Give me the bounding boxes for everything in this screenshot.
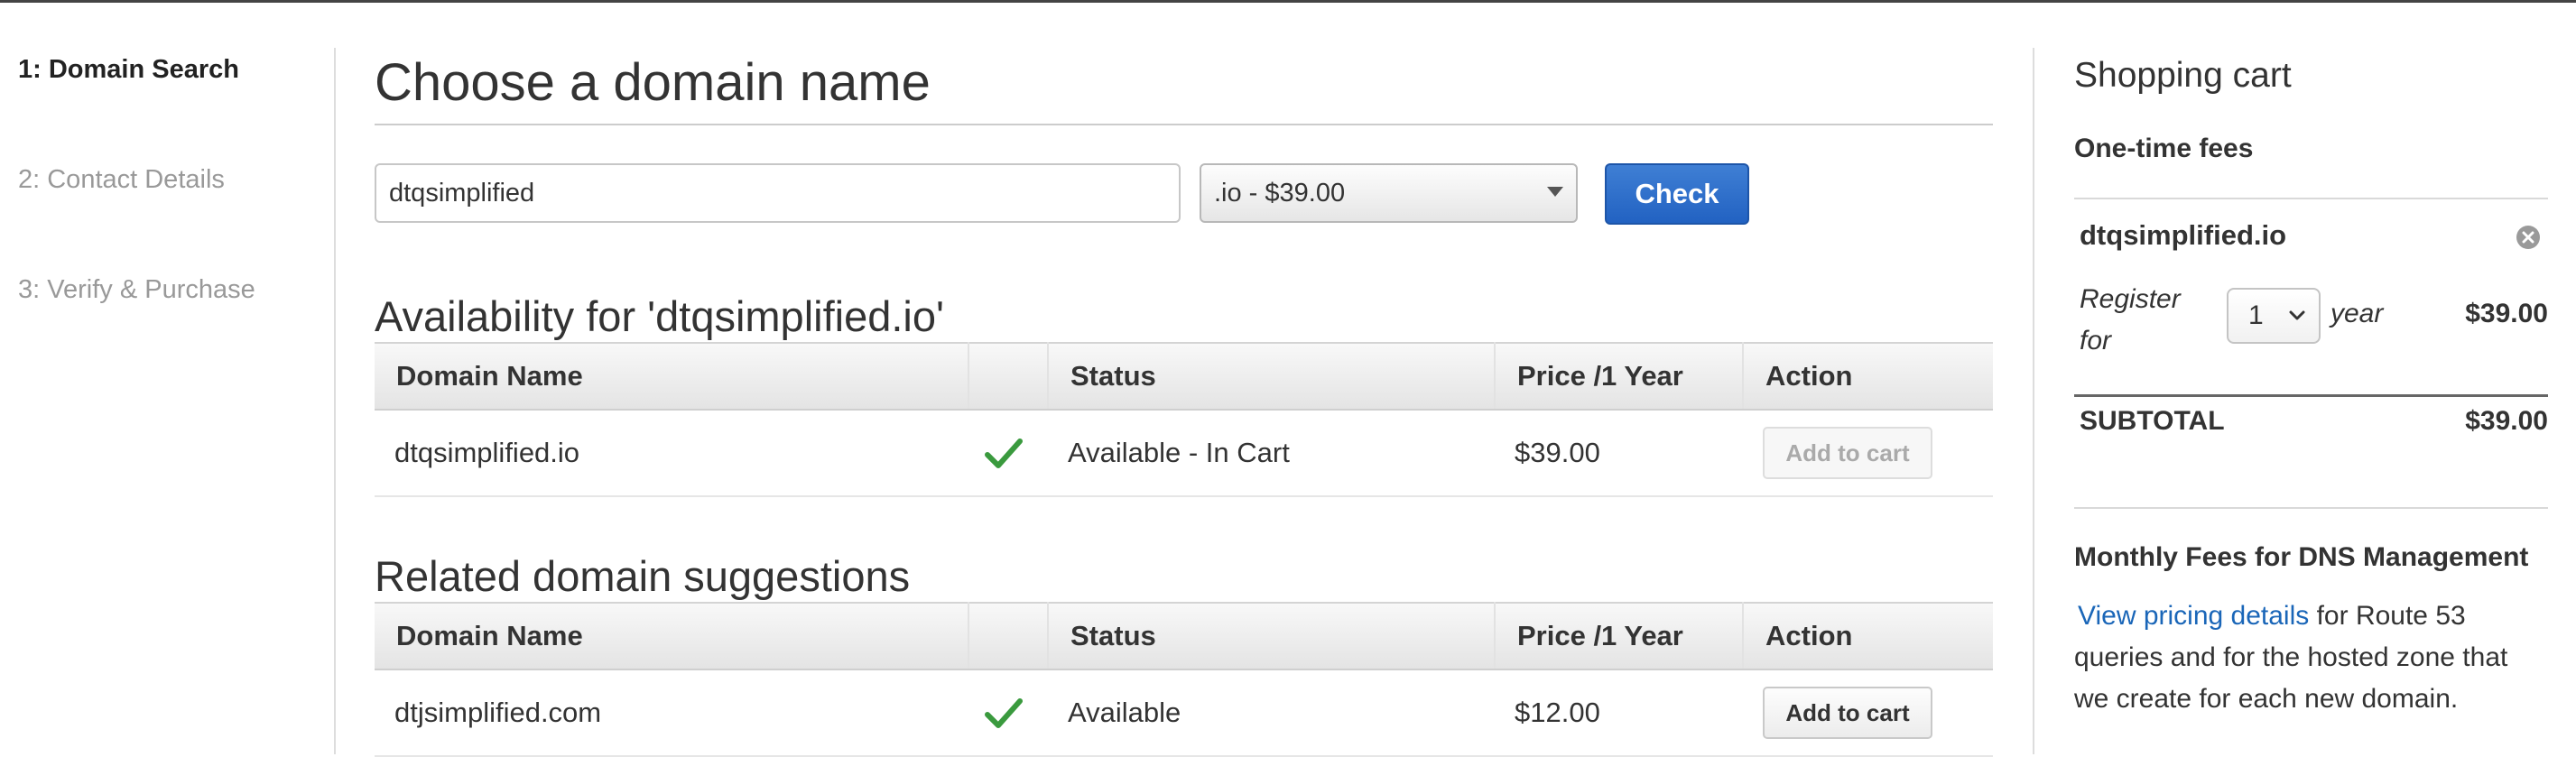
- price-cell: $12.00: [1495, 669, 1743, 757]
- column-header-domain: Domain Name: [375, 602, 969, 670]
- cart-item-name: dtqsimplified.io: [2080, 219, 2287, 251]
- tld-select[interactable]: .io - $39.00: [1200, 163, 1578, 223]
- checkmark-icon: [985, 438, 1023, 468]
- cart-item-price: $39.00: [2465, 299, 2548, 328]
- table-header-row: Domain Name Status Price /1 Year Action: [375, 602, 1993, 670]
- view-pricing-link[interactable]: View pricing details: [2078, 601, 2309, 631]
- column-header-domain: Domain Name: [375, 342, 969, 411]
- step-verify-purchase[interactable]: 3: Verify & Purchase: [18, 273, 316, 383]
- years-select[interactable]: 1: [2227, 288, 2321, 344]
- column-header-status: Status: [1048, 602, 1496, 670]
- subtotal-value: $39.00: [2465, 406, 2548, 436]
- cart-item: dtqsimplified.io Register for 1 year $39…: [2074, 199, 2548, 394]
- right-divider: [2033, 48, 2034, 754]
- monthly-fees-title: Monthly Fees for DNS Management: [2074, 542, 2529, 572]
- suggestions-title: Related domain suggestions: [375, 552, 911, 600]
- availability-title: Availability for 'dtqsimplified.io': [375, 292, 944, 340]
- monthly-fees-text: View pricing details for Route 53 querie…: [2074, 595, 2548, 720]
- column-header-price: Price /1 Year: [1495, 602, 1744, 670]
- main-content: Choose a domain name .io - $39.00 Check …: [375, 48, 1993, 757]
- check-button[interactable]: Check: [1605, 163, 1749, 225]
- column-header-action: Action: [1743, 342, 1993, 411]
- dropdown-caret-icon: [1547, 187, 1563, 197]
- remove-item-icon[interactable]: [2516, 225, 2541, 250]
- wizard-steps: 1: Domain Search 2: Contact Details 3: V…: [18, 53, 316, 383]
- column-header-action: Action: [1743, 602, 1993, 670]
- shopping-cart: Shopping cart One-time fees dtqsimplifie…: [2074, 48, 2548, 720]
- column-header-icon: [968, 342, 1049, 411]
- domain-name-cell: dtqsimplified.io: [375, 410, 968, 497]
- cart-title: Shopping cart: [2074, 56, 2292, 95]
- register-for-label: Register for: [2080, 284, 2181, 355]
- table-header-row: Domain Name Status Price /1 Year Action: [375, 342, 1993, 411]
- add-to-cart-button[interactable]: Add to cart: [1763, 427, 1932, 479]
- price-cell: $39.00: [1495, 410, 1743, 497]
- status-cell: Available: [1048, 669, 1495, 757]
- left-divider: [334, 48, 336, 754]
- checkmark-icon: [985, 697, 1023, 728]
- domain-search-input[interactable]: [375, 163, 1181, 223]
- subtotal-row: SUBTOTAL $39.00: [2074, 397, 2548, 514]
- domain-name-cell: dtjsimplified.com: [375, 669, 968, 757]
- subtotal-label: SUBTOTAL: [2080, 406, 2225, 436]
- suggestions-table: Domain Name Status Price /1 Year Action …: [375, 602, 1993, 757]
- add-to-cart-button[interactable]: Add to cart: [1763, 687, 1932, 739]
- step-contact-details[interactable]: 2: Contact Details: [18, 163, 316, 273]
- status-cell: Available - In Cart: [1048, 410, 1495, 497]
- chevron-down-icon: [2289, 310, 2305, 320]
- year-unit-label: year: [2330, 299, 2384, 328]
- page-title: Choose a domain name: [375, 48, 1993, 125]
- domain-search-row: .io - $39.00 Check: [375, 163, 1993, 226]
- years-selected-value: 1: [2248, 300, 2264, 330]
- table-row: dtqsimplified.io Available - In Cart $39…: [375, 410, 1993, 497]
- column-header-price: Price /1 Year: [1495, 342, 1744, 411]
- one-time-fees-label: One-time fees: [2074, 134, 2254, 163]
- availability-table: Domain Name Status Price /1 Year Action …: [375, 342, 1993, 497]
- tld-selected-value: .io - $39.00: [1214, 179, 1346, 208]
- table-row: dtjsimplified.com Available $12.00 Add t…: [375, 669, 1993, 757]
- column-header-status: Status: [1048, 342, 1496, 411]
- step-domain-search[interactable]: 1: Domain Search: [18, 53, 316, 163]
- column-header-icon: [968, 602, 1049, 670]
